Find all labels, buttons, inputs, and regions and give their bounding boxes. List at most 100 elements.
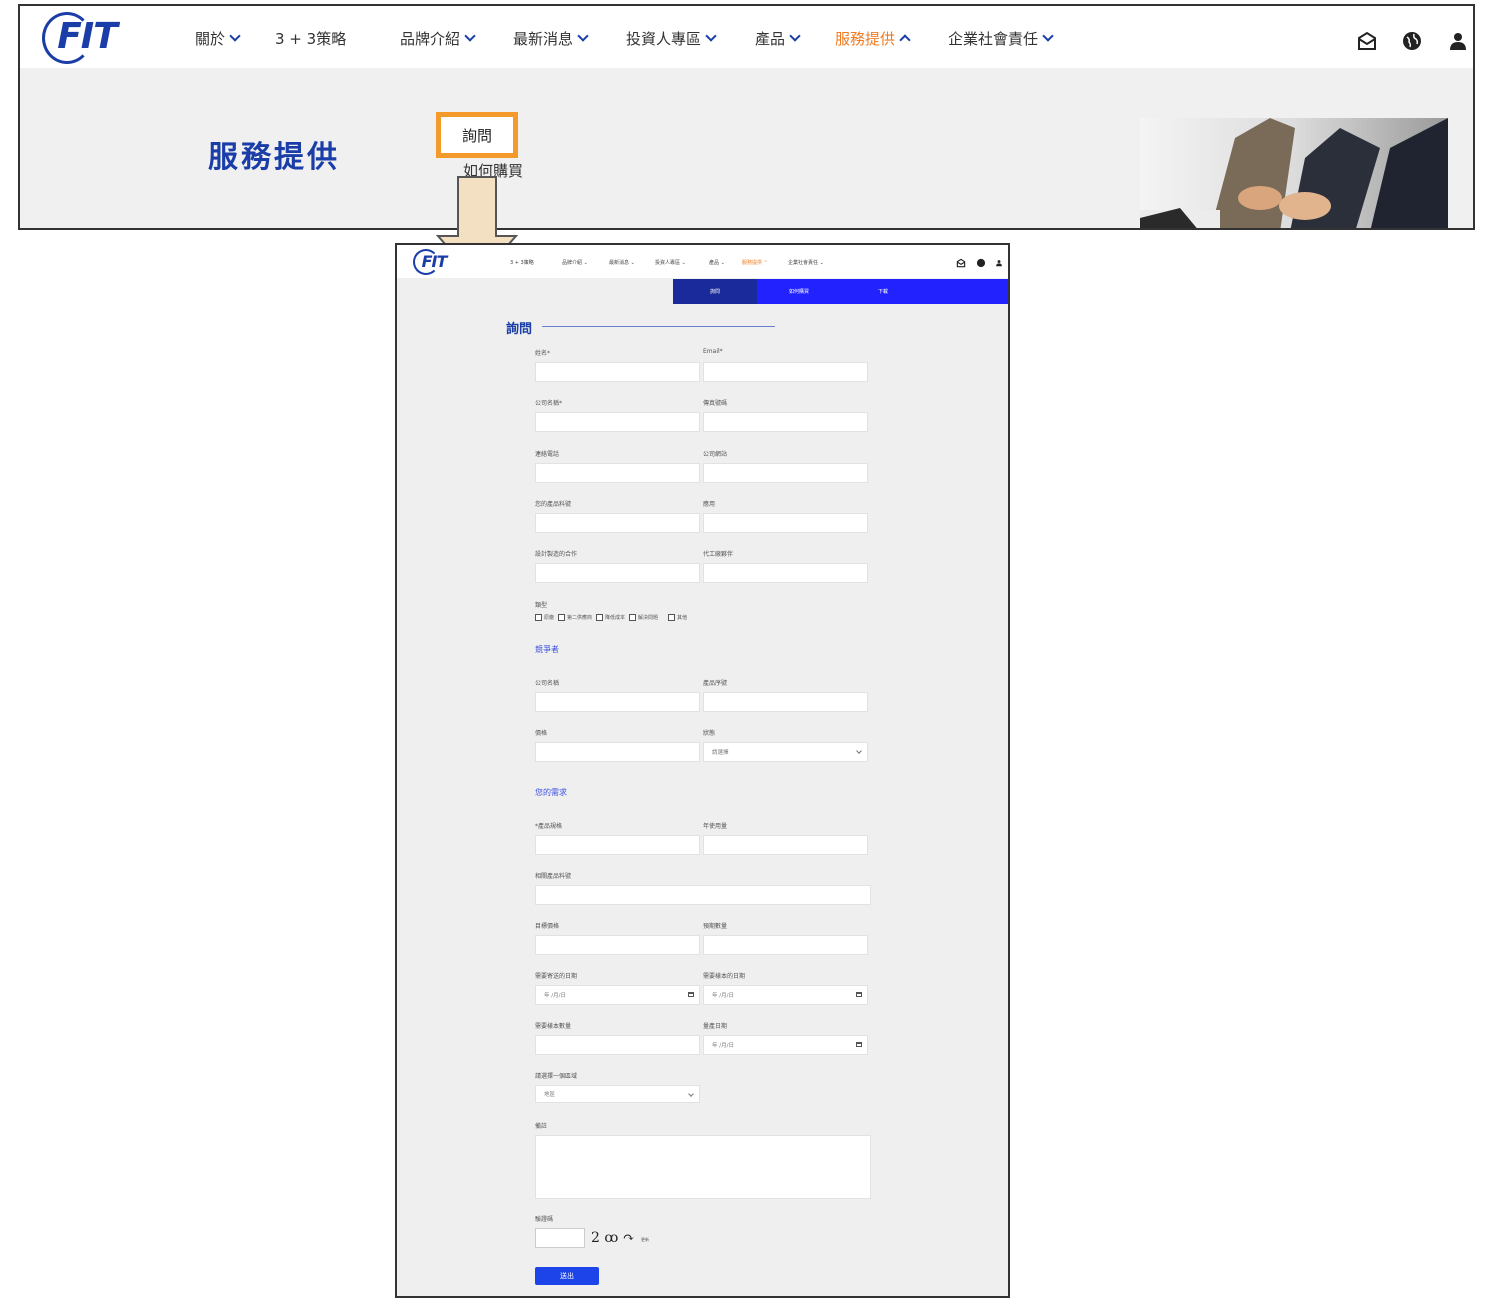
fit-logo[interactable]: FIT — [40, 12, 134, 64]
menu-item-inquiry-label: 詢問 — [461, 126, 492, 145]
nav-products[interactable]: 產品 — [755, 28, 801, 49]
comp-part-input[interactable] — [703, 692, 868, 712]
website-input[interactable] — [703, 463, 868, 483]
notes-textarea[interactable] — [535, 1135, 871, 1199]
chevron-up-icon — [899, 34, 911, 46]
type-label: 類型 — [535, 602, 548, 609]
type-option-original[interactable]: 原廠 — [535, 614, 554, 621]
chevron-down-icon — [229, 30, 241, 42]
expected-qty-input[interactable] — [703, 935, 868, 955]
type-option-other[interactable]: 其他 — [668, 614, 687, 621]
type-option-second-source[interactable]: 第二供應商 — [558, 614, 592, 621]
notes-label: 備註 — [535, 1123, 548, 1130]
nav-investor[interactable]: 投資人專區 — [626, 28, 717, 49]
subnav-download[interactable]: 下載 — [841, 279, 925, 304]
sample-ship-date-label: 需要樣本的日期 — [703, 973, 746, 980]
checkbox[interactable] — [596, 614, 604, 621]
mini-nav-brand[interactable]: 品牌介紹 ⌄ — [562, 259, 588, 266]
company-input[interactable] — [535, 412, 700, 432]
captcha-image: 2 ꝏ ↷ — [591, 1230, 635, 1246]
comp-part-label: 產品序號 — [703, 680, 728, 687]
calendar-icon[interactable] — [688, 992, 694, 997]
phone-input[interactable] — [535, 463, 700, 483]
sample-qty-input[interactable] — [535, 1035, 700, 1055]
chevron-down-icon — [1042, 30, 1054, 42]
website-label: 公司網站 — [703, 451, 728, 458]
competitor-section-title: 競爭者 — [535, 645, 559, 654]
mini-nav-investor[interactable]: 投資人專區 ⌄ — [655, 259, 686, 266]
services-subnav: 詢問 如何購買 下載 — [673, 279, 1008, 304]
nav-services[interactable]: 服務提供 — [835, 28, 911, 49]
mail-icon[interactable] — [1356, 30, 1378, 52]
user-icon[interactable] — [995, 258, 1003, 268]
mp-date-label: 量產日期 — [703, 1023, 728, 1030]
checkbox[interactable] — [629, 614, 637, 621]
region-select[interactable]: 地區 — [535, 1085, 700, 1103]
needs-section-title: 您的需求 — [535, 788, 567, 797]
price-input[interactable] — [535, 742, 700, 762]
nav-about[interactable]: 關於 — [195, 28, 241, 49]
comp-company-label: 公司名稱 — [535, 680, 560, 687]
mini-nav-products[interactable]: 產品 ⌄ — [709, 259, 725, 266]
user-icon[interactable] — [1447, 30, 1469, 52]
nav-news[interactable]: 最新消息 — [513, 28, 589, 49]
subnav-inquiry[interactable]: 詢問 — [673, 279, 757, 304]
region-label: 請選擇一個區域 — [535, 1073, 578, 1080]
product-no-label: 您的產品料號 — [535, 501, 572, 508]
target-price-input[interactable] — [535, 935, 700, 955]
nav-csr[interactable]: 企業社會責任 — [948, 28, 1054, 49]
mini-nav-bar: FIT 3 + 3策略 品牌介紹 ⌄ 最新消息 ⌄ 投資人專區 ⌄ 產品 ⌄ 服… — [397, 245, 1008, 278]
mail-icon[interactable] — [956, 258, 966, 268]
checkbox[interactable] — [535, 614, 542, 621]
mini-nav-strategy[interactable]: 3 + 3策略 — [510, 259, 534, 266]
nav-strategy[interactable]: 3 + 3策略 — [275, 28, 346, 49]
product-spec-label: *產品規格 — [535, 823, 563, 830]
top-screenshot: FIT 關於 3 + 3策略 品牌介紹 最新消息 投資人專區 產品 服務提供 企… — [18, 4, 1475, 230]
email-input[interactable] — [703, 362, 868, 382]
comp-company-input[interactable] — [535, 692, 700, 712]
sample-ship-date-input[interactable]: 年 /月/日 — [703, 985, 868, 1005]
price-label: 價格 — [535, 730, 548, 737]
type-option-solve-issue[interactable]: 解決問題 — [629, 614, 658, 621]
manufacturer-input[interactable] — [703, 563, 868, 583]
project-part-input[interactable] — [535, 885, 871, 905]
usage-label: 應用 — [703, 501, 716, 508]
manufacturer-label: 代工廠夥伴 — [703, 551, 734, 558]
sample-qty-label: 需要樣本數量 — [535, 1023, 572, 1030]
calendar-icon[interactable] — [856, 992, 862, 997]
captcha-refresh-link[interactable]: 更新 — [641, 1237, 649, 1243]
nav-brand[interactable]: 品牌介紹 — [400, 28, 476, 49]
design-partner-input[interactable] — [535, 563, 700, 583]
submit-button[interactable]: 送出 — [535, 1267, 599, 1285]
business-handshake-photo — [1140, 118, 1448, 228]
usage-input[interactable] — [703, 513, 868, 533]
design-partner-label: 設計製造的合作 — [535, 551, 578, 558]
project-part-label: 相關產品料號 — [535, 873, 572, 880]
chevron-down-icon — [577, 30, 589, 42]
mini-nav-csr[interactable]: 企業社會責任 ⌄ — [788, 259, 824, 266]
checkbox[interactable] — [668, 614, 676, 621]
sample-date-input[interactable]: 年 /月/日 — [535, 985, 700, 1005]
product-spec-input[interactable] — [535, 835, 700, 855]
name-input[interactable] — [535, 362, 700, 382]
calendar-icon[interactable] — [856, 1042, 862, 1047]
status-label: 狀態 — [703, 730, 716, 737]
checkbox[interactable] — [558, 614, 566, 621]
annual-usage-input[interactable] — [703, 835, 868, 855]
chevron-down-icon — [464, 30, 476, 42]
product-no-input[interactable] — [535, 513, 700, 533]
subnav-how-to-buy[interactable]: 如何購買 — [757, 279, 841, 304]
mini-nav-services[interactable]: 服務提供 ⌃ — [742, 259, 768, 266]
mp-date-input[interactable]: 年 /月/日 — [703, 1035, 868, 1055]
status-select[interactable]: 請選擇 — [703, 742, 868, 762]
captcha-input[interactable] — [535, 1228, 585, 1248]
fit-logo-small[interactable]: FIT — [413, 249, 455, 275]
globe-icon[interactable] — [976, 258, 986, 268]
fax-input[interactable] — [703, 412, 868, 432]
target-price-label: 目標價格 — [535, 923, 560, 930]
annual-usage-label: 年使用量 — [703, 823, 728, 830]
globe-icon[interactable] — [1401, 30, 1423, 52]
menu-item-inquiry-highlight[interactable]: 詢問 — [436, 112, 518, 158]
mini-nav-news[interactable]: 最新消息 ⌄ — [609, 259, 635, 266]
type-option-cost-down[interactable]: 降低成本 — [596, 614, 625, 621]
